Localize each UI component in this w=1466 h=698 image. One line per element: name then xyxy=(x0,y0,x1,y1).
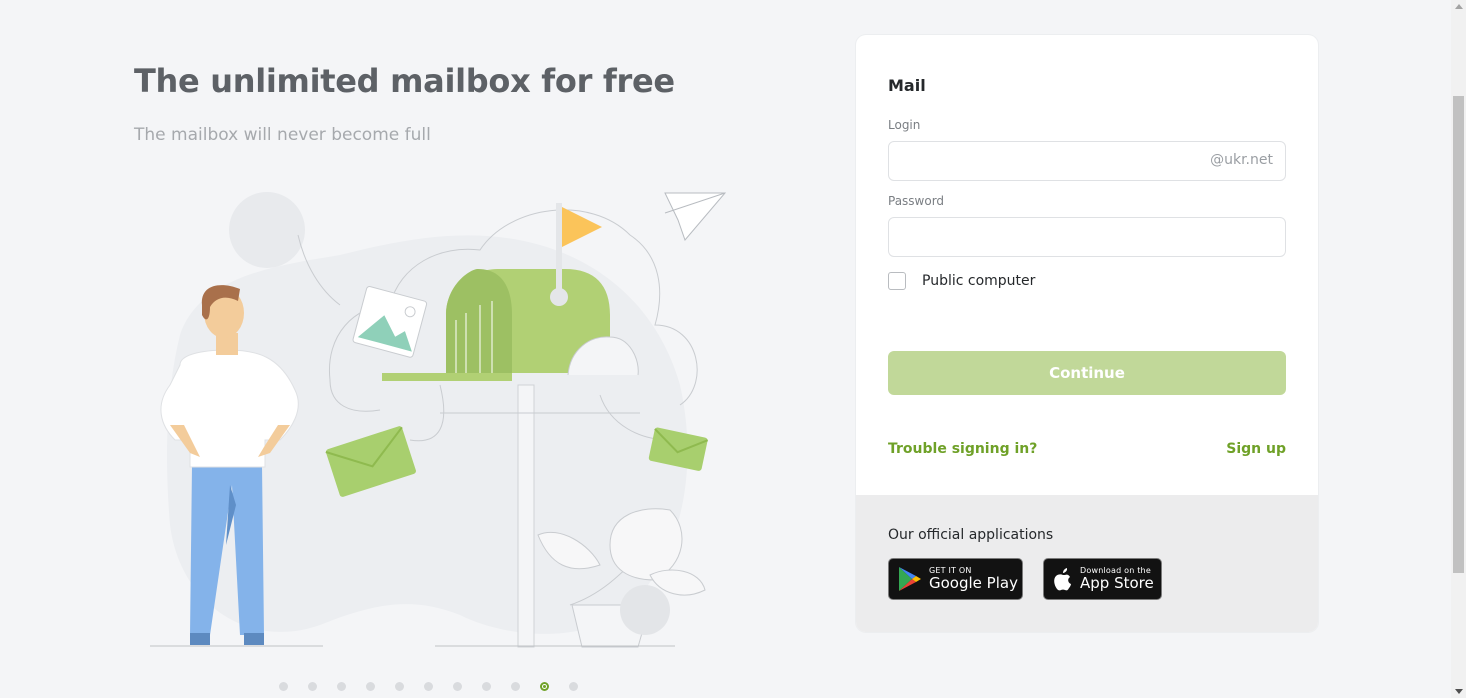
promo-subtitle: The mailbox will never become full xyxy=(134,125,431,145)
promo-title: The unlimited mailbox for free xyxy=(134,62,675,100)
slider-dots xyxy=(279,682,598,691)
domain-suffix: @ukr.net xyxy=(1210,152,1273,168)
apps-title: Our official applications xyxy=(888,527,1054,543)
password-field[interactable] xyxy=(888,217,1286,257)
page-scrollbar[interactable] xyxy=(1451,0,1466,698)
google-play-icon xyxy=(899,567,921,591)
sign-up-link[interactable]: Sign up xyxy=(1226,441,1286,457)
app-store-big: App Store xyxy=(1080,574,1154,592)
scroll-down-icon[interactable] xyxy=(1455,689,1463,694)
slider-dot[interactable] xyxy=(569,682,578,691)
card-title: Mail xyxy=(888,76,926,95)
google-play-button[interactable]: GET IT ON Google Play xyxy=(888,558,1023,600)
slider-dot[interactable] xyxy=(482,682,491,691)
apple-icon xyxy=(1054,568,1071,591)
mailbox-illustration xyxy=(150,192,727,648)
slider-dot-active[interactable] xyxy=(540,682,549,691)
password-label: Password xyxy=(888,194,945,208)
scroll-thumb[interactable] xyxy=(1453,96,1464,573)
slider-dot[interactable] xyxy=(308,682,317,691)
login-field[interactable]: @ukr.net xyxy=(888,141,1286,181)
login-card: Mail Login @ukr.net Password Public comp… xyxy=(856,35,1318,632)
trouble-signing-in-link[interactable]: Trouble signing in? xyxy=(888,441,1037,457)
public-computer-row[interactable]: Public computer xyxy=(888,272,1035,290)
slider-dot[interactable] xyxy=(366,682,375,691)
google-play-big: Google Play xyxy=(929,574,1018,592)
slider-dot[interactable] xyxy=(395,682,404,691)
login-input[interactable] xyxy=(889,142,1213,178)
public-computer-checkbox[interactable] xyxy=(888,272,906,290)
login-label: Login xyxy=(888,118,921,132)
official-apps-section: Our official applications GET IT ON Goog… xyxy=(856,495,1318,632)
slider-dot[interactable] xyxy=(279,682,288,691)
slider-dot[interactable] xyxy=(337,682,346,691)
password-input[interactable] xyxy=(889,218,1213,254)
continue-button[interactable]: Continue xyxy=(888,351,1286,395)
app-store-button[interactable]: Download on the App Store xyxy=(1043,558,1162,600)
slider-dot[interactable] xyxy=(511,682,520,691)
scroll-up-icon[interactable] xyxy=(1455,4,1463,9)
slider-dot[interactable] xyxy=(424,682,433,691)
public-computer-label[interactable]: Public computer xyxy=(922,273,1035,289)
slider-dot[interactable] xyxy=(453,682,462,691)
